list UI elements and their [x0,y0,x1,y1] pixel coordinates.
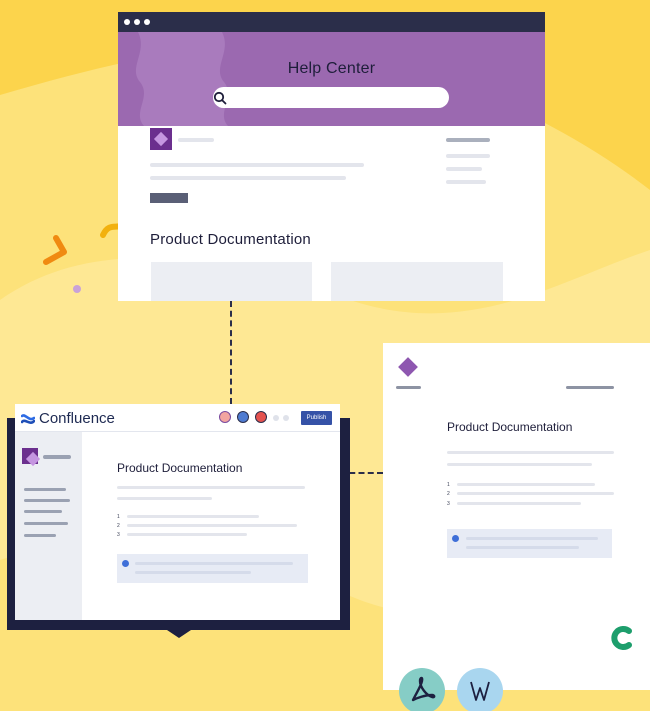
confluence-topbar: Confluence Publish [15,404,340,432]
nav-placeholder [446,154,490,158]
help-center-header: Help Center [118,32,545,126]
search-input[interactable] [213,87,449,108]
publish-button[interactable]: Publish [301,411,332,425]
placeholder-line [117,497,212,500]
info-callout [117,554,308,583]
window-dot-icon [144,19,150,25]
help-center-window: Help Center Product Documentation [118,12,545,301]
list-item [127,515,259,518]
placeholder-line [150,163,364,167]
sidebar-item[interactable] [24,522,68,525]
avatar[interactable] [255,411,267,423]
window-titlebar [118,12,545,32]
list-item [457,483,595,486]
confluence-window: Confluence Publish Product Documentation… [15,404,340,620]
list-item [457,502,581,505]
brand-logo-icon [611,626,632,650]
header-placeholder [396,386,421,389]
list-item [457,492,614,495]
placeholder-line [150,176,346,180]
list-number: 1 [117,514,120,520]
placeholder-line [117,486,305,489]
space-logo-icon [22,448,38,464]
header-placeholder [566,386,614,389]
placeholder-line [447,463,592,466]
avatar[interactable] [237,411,249,423]
connector-line [230,301,232,404]
product-logo-icon [398,357,418,377]
list-number: 2 [117,523,120,529]
list-number: 3 [117,532,120,538]
more-dot-icon [273,415,279,421]
exported-document: Product Documentation 1 2 3 [383,343,650,690]
list-item [127,533,247,536]
more-dot-icon [283,415,289,421]
nav-placeholder [446,138,490,142]
nav-placeholder [446,180,486,184]
confluence-logo-icon [21,413,35,424]
info-bullet-icon [452,535,459,542]
placeholder-line [447,451,614,454]
header-wave-decoration [136,32,228,126]
sidebar-item[interactable] [24,510,62,513]
confluence-brand: Confluence [21,410,115,427]
window-dot-icon [124,19,130,25]
search-icon[interactable] [213,91,227,105]
callout-line [466,546,579,549]
category-tag [150,193,188,203]
callout-line [135,562,293,565]
callout-line [466,537,598,540]
confluence-sidebar [15,432,82,620]
sidebar-item[interactable] [24,534,56,537]
sidebar-placeholder [43,455,71,459]
list-item [127,524,297,527]
sidebar-item[interactable] [24,499,70,502]
avatar[interactable] [219,411,231,423]
callout-line [135,571,251,574]
word-icon[interactable] [457,668,503,711]
confluence-page-title: Product Documentation [117,461,243,475]
article-card[interactable] [331,262,503,301]
pdf-icon[interactable] [399,668,445,711]
window-dot-icon [134,19,140,25]
section-title: Product Documentation [150,231,311,248]
confluence-brand-label: Confluence [39,410,115,427]
product-logo-icon [150,128,172,150]
help-center-title: Help Center [287,60,376,77]
document-title: Product Documentation [447,420,573,434]
list-number: 2 [447,491,450,497]
info-bullet-icon [122,560,129,567]
placeholder-line [178,138,214,142]
article-card[interactable] [151,262,312,301]
info-callout [447,529,612,558]
list-number: 1 [447,482,450,488]
sidebar-item[interactable] [24,488,66,491]
list-number: 3 [447,501,450,507]
nav-placeholder [446,167,482,171]
